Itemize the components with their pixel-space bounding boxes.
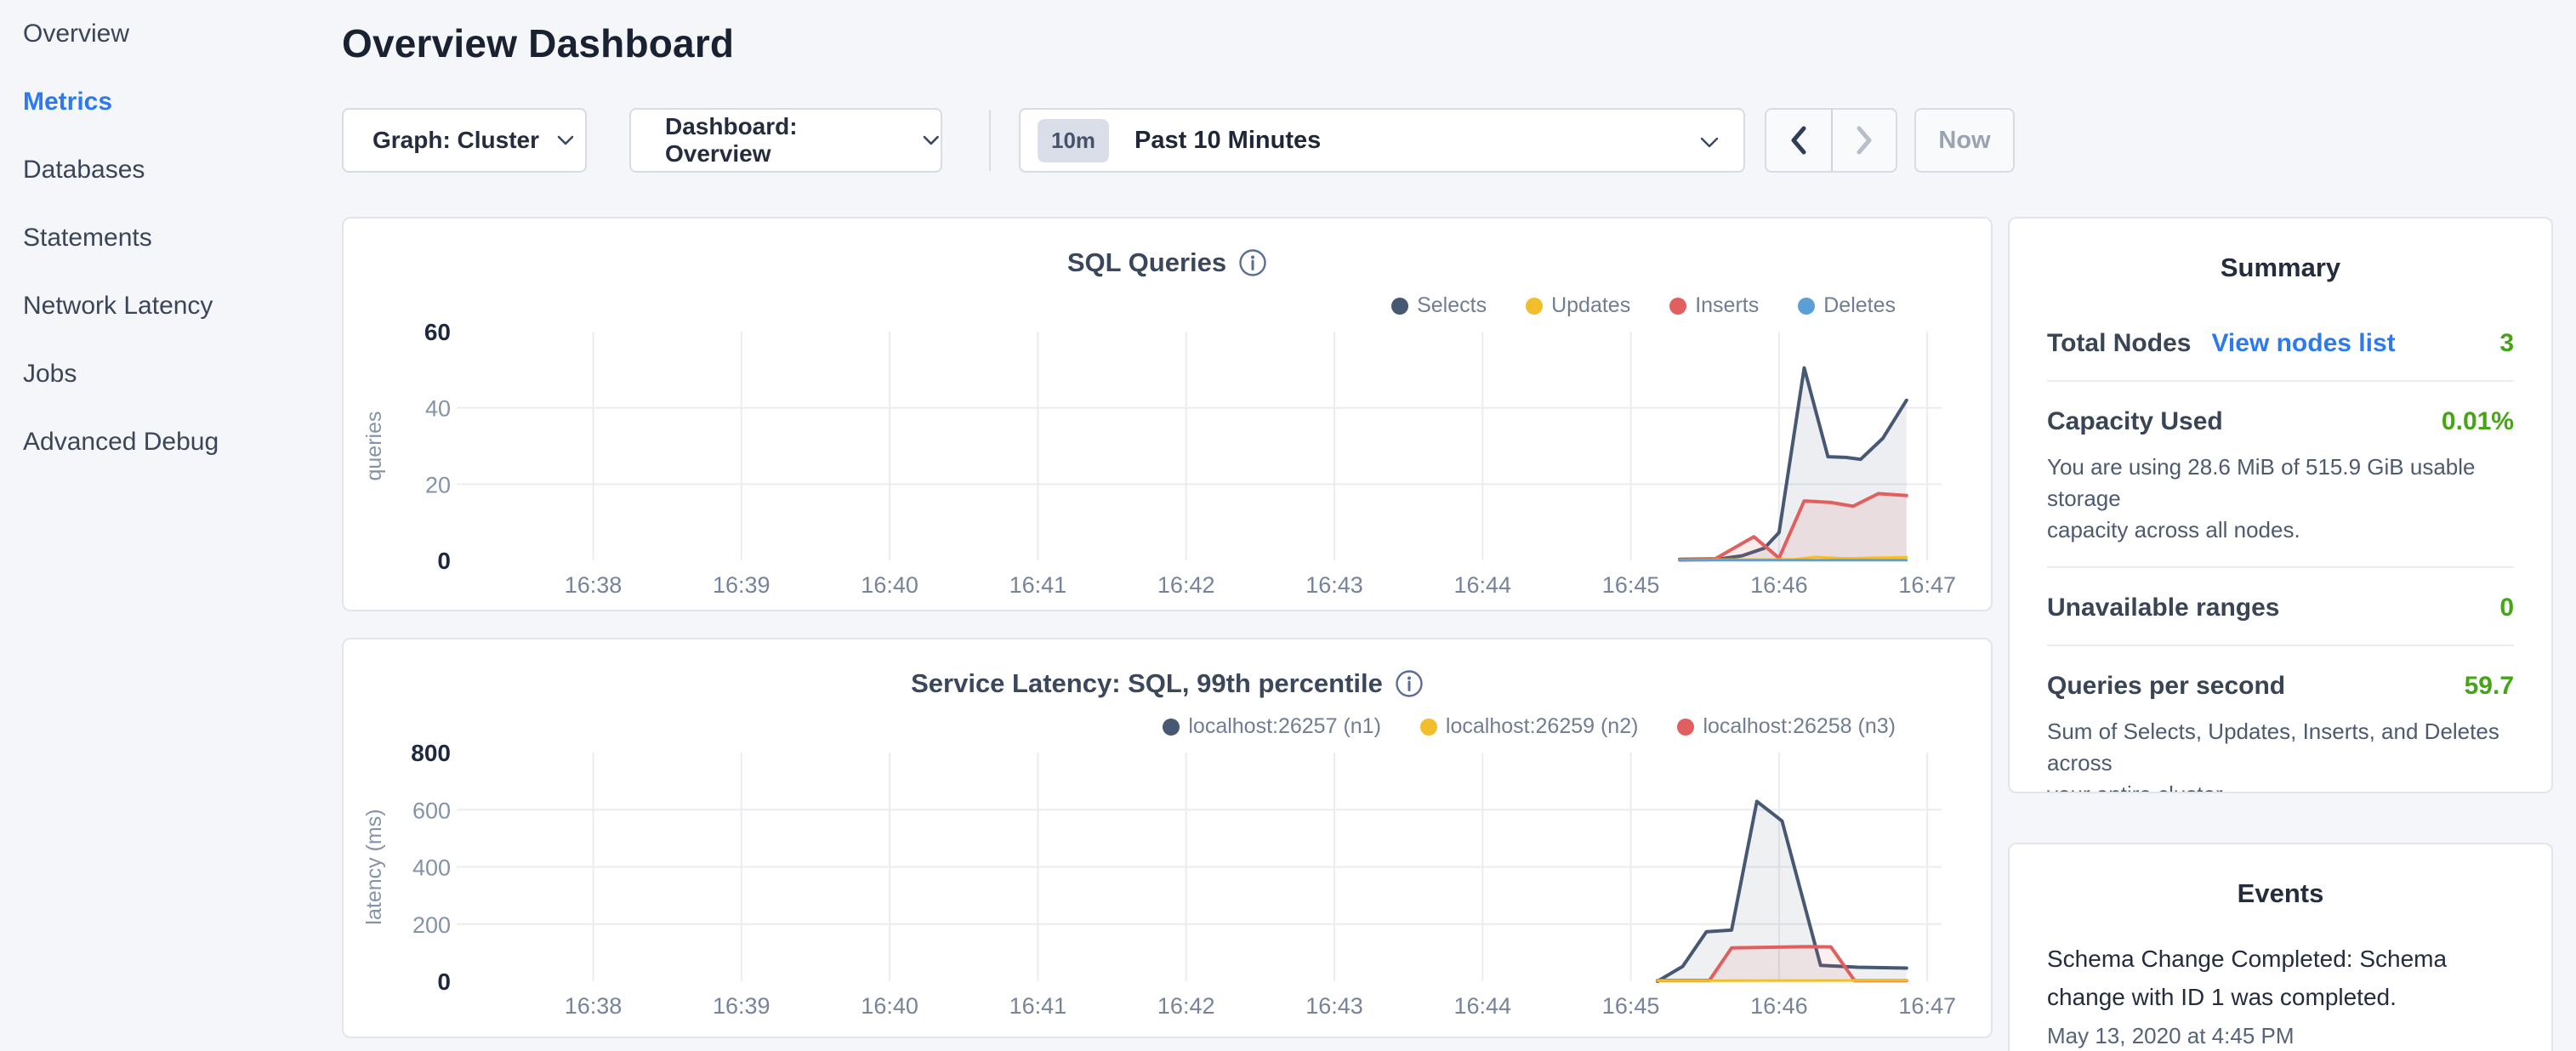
event-list-item[interactable]: Schema Change Completed: Schema change w… (2047, 940, 2514, 1049)
y-tick-label: 200 (412, 912, 451, 938)
x-tick-label: 16:45 (1602, 993, 1660, 1019)
controls-divider (989, 110, 991, 171)
summary-title: Summary (2047, 219, 2514, 283)
y-tick-label: 60 (424, 319, 451, 345)
y-tick-label: 0 (437, 548, 451, 574)
chevron-down-icon (922, 134, 941, 146)
dashboard-dropdown[interactable]: Dashboard: Overview (629, 108, 942, 173)
now-button[interactable]: Now (1914, 108, 2015, 173)
time-range-label: Past 10 Minutes (1134, 127, 1321, 155)
total-nodes-value: 3 (2499, 329, 2514, 358)
graph-scope-label: Graph: Cluster (372, 127, 539, 154)
unavailable-ranges-value: 0 (2499, 594, 2514, 622)
summary-section-unavailable-ranges: Unavailable ranges 0 (2047, 568, 2514, 646)
queries-per-second-label: Queries per second (2047, 672, 2285, 701)
x-tick-label: 16:42 (1157, 572, 1215, 598)
event-message: Schema Change Completed: Schema change w… (2047, 940, 2514, 1016)
y-tick-label: 800 (411, 740, 451, 766)
chevron-down-icon (556, 134, 575, 146)
step-back-button[interactable] (1766, 110, 1831, 171)
capacity-used-description: You are using 28.6 MiB of 515.9 GiB usab… (2047, 452, 2514, 566)
graph-scope-dropdown[interactable]: Graph: Cluster (342, 108, 587, 173)
y-tick-label: 20 (425, 472, 451, 497)
x-tick-label: 16:46 (1750, 572, 1808, 598)
x-tick-label: 16:45 (1602, 572, 1660, 598)
events-panel: Events Schema Change Completed: Schema c… (2008, 843, 2553, 1051)
x-tick-label: 16:41 (1009, 993, 1067, 1019)
sidebar-item-statements[interactable]: Statements (0, 204, 323, 272)
chevron-down-icon (1699, 137, 1720, 149)
sidebar: Overview Metrics Databases Statements Ne… (0, 0, 323, 1051)
x-tick-label: 16:44 (1454, 572, 1512, 598)
summary-section-capacity: Capacity Used 0.01% You are using 28.6 M… (2047, 382, 2514, 568)
view-nodes-list-link[interactable]: View nodes list (2211, 329, 2395, 358)
service-latency-chart-card: Service Latency: SQL, 99th percentile lo… (342, 638, 1993, 1038)
events-title: Events (2047, 844, 2514, 909)
y-tick-label: 600 (412, 798, 451, 823)
x-tick-label: 16:39 (713, 572, 771, 598)
capacity-used-label: Capacity Used (2047, 407, 2223, 436)
x-tick-label: 16:38 (565, 572, 623, 598)
sidebar-item-jobs[interactable]: Jobs (0, 340, 323, 408)
x-tick-label: 16:47 (1898, 993, 1956, 1019)
x-tick-label: 16:43 (1305, 572, 1363, 598)
summary-section-qps: Queries per second 59.7 Sum of Selects, … (2047, 646, 2514, 793)
x-tick-label: 16:39 (713, 993, 771, 1019)
chart-gridlines (457, 332, 1942, 560)
chevron-right-icon (1855, 125, 1874, 156)
event-timestamp: May 13, 2020 at 4:45 PM (2047, 1023, 2514, 1049)
sql-queries-chart-canvas[interactable]: 16:38 16:39 16:40 16:41 16:42 16:43 16:44 16:45… (344, 219, 1994, 613)
time-range-dropdown[interactable]: 10m Past 10 Minutes (1019, 108, 1745, 173)
y-tick-label: 0 (437, 969, 451, 995)
time-step-buttons (1765, 108, 1897, 173)
step-forward-button[interactable] (1831, 110, 1896, 171)
x-tick-label: 16:46 (1750, 993, 1808, 1019)
service-latency-chart-canvas[interactable]: 16:38 16:39 16:40 16:41 16:42 16:43 16:44 16:45… (344, 639, 1994, 1040)
x-tick-label: 16:38 (565, 993, 623, 1019)
x-tick-label: 16:41 (1009, 572, 1067, 598)
x-tick-label: 16:44 (1454, 993, 1512, 1019)
x-tick-label: 16:40 (861, 572, 918, 598)
sidebar-item-databases[interactable]: Databases (0, 136, 323, 204)
y-axis-unit-label: queries (362, 412, 386, 481)
page-title: Overview Dashboard (342, 20, 734, 66)
total-nodes-label: Total Nodes (2047, 329, 2191, 358)
x-tick-label: 16:42 (1157, 993, 1215, 1019)
summary-panel: Summary Total Nodes View nodes list 3 Ca… (2008, 217, 2553, 793)
y-axis-unit-label: latency (ms) (362, 809, 386, 924)
now-button-label: Now (1938, 127, 1990, 155)
page: Overview Metrics Databases Statements Ne… (0, 0, 2576, 1051)
chart-series (1658, 802, 1907, 982)
queries-per-second-value: 59.7 (2465, 672, 2514, 701)
y-tick-label: 400 (412, 855, 451, 881)
dashboard-label: Dashboard: Overview (665, 113, 905, 168)
sidebar-item-advanced-debug[interactable]: Advanced Debug (0, 408, 323, 476)
sidebar-item-overview[interactable]: Overview (0, 0, 323, 68)
sidebar-item-metrics[interactable]: Metrics (0, 68, 323, 136)
unavailable-ranges-label: Unavailable ranges (2047, 594, 2279, 622)
queries-per-second-description: Sum of Selects, Updates, Inserts, and De… (2047, 716, 2514, 793)
chart-series (1680, 368, 1907, 560)
summary-section-total-nodes: Total Nodes View nodes list 3 (2047, 304, 2514, 382)
sidebar-item-network-latency[interactable]: Network Latency (0, 272, 323, 340)
x-tick-label: 16:43 (1305, 993, 1363, 1019)
x-tick-label: 16:47 (1898, 572, 1956, 598)
y-tick-label: 40 (425, 396, 451, 422)
capacity-used-value: 0.01% (2442, 407, 2514, 436)
time-range-badge: 10m (1038, 119, 1109, 162)
sql-queries-chart-card: SQL Queries SelectsUpdatesInsertsDeletes… (342, 217, 1993, 611)
x-tick-label: 16:40 (861, 993, 918, 1019)
chevron-left-icon (1789, 125, 1808, 156)
